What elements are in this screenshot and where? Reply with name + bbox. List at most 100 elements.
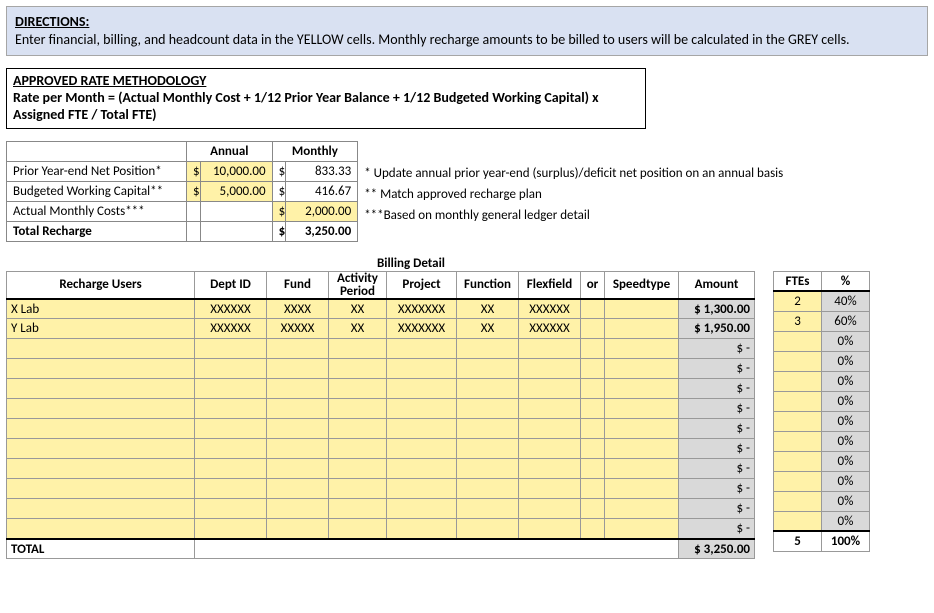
cell-dept[interactable] (195, 419, 267, 439)
cell-function[interactable] (457, 379, 519, 399)
cell-fund[interactable] (267, 459, 329, 479)
cell-fte[interactable] (774, 331, 822, 351)
annual-value[interactable]: 10,000.00 (200, 161, 272, 181)
cell-activity[interactable] (329, 479, 387, 499)
cell-flex[interactable] (519, 379, 581, 399)
cell-activity[interactable] (329, 339, 387, 359)
cell-flex[interactable] (519, 439, 581, 459)
cell-dept[interactable]: XXXXXX (195, 299, 267, 319)
cell-fund[interactable] (267, 339, 329, 359)
cell-flex[interactable] (519, 499, 581, 519)
cell-speed[interactable] (605, 419, 679, 439)
cell-project[interactable] (387, 379, 457, 399)
cell-fte[interactable] (774, 431, 822, 451)
cell-function[interactable]: XX (457, 299, 519, 319)
cell-activity[interactable] (329, 399, 387, 419)
cell-or[interactable] (581, 519, 605, 539)
cell-fte[interactable] (774, 351, 822, 371)
cell-or[interactable] (581, 479, 605, 499)
cell-fte[interactable] (774, 411, 822, 431)
cell-flex[interactable] (519, 339, 581, 359)
cell-flex[interactable]: XXXXXX (519, 319, 581, 339)
cell-fte[interactable] (774, 491, 822, 511)
cell-or[interactable] (581, 499, 605, 519)
cell-function[interactable] (457, 519, 519, 539)
cell-speed[interactable] (605, 519, 679, 539)
cell-dept[interactable] (195, 459, 267, 479)
cell-activity[interactable]: XX (329, 299, 387, 319)
cell-function[interactable] (457, 499, 519, 519)
cell-flex[interactable] (519, 359, 581, 379)
cell-flex[interactable] (519, 479, 581, 499)
cell-fund[interactable] (267, 359, 329, 379)
cell-activity[interactable] (329, 499, 387, 519)
cell-dept[interactable]: XXXXXX (195, 319, 267, 339)
cell-fte[interactable] (774, 471, 822, 491)
cell-fund[interactable] (267, 499, 329, 519)
cell-project[interactable] (387, 459, 457, 479)
cell-speed[interactable] (605, 439, 679, 459)
cell-dept[interactable] (195, 359, 267, 379)
cell-fte[interactable] (774, 451, 822, 471)
cell-flex[interactable] (519, 519, 581, 539)
cell-function[interactable] (457, 399, 519, 419)
cell-dept[interactable] (195, 439, 267, 459)
cell-or[interactable] (581, 439, 605, 459)
cell-speed[interactable] (605, 299, 679, 319)
cell-flex[interactable] (519, 459, 581, 479)
cell-project[interactable] (387, 419, 457, 439)
cell-function[interactable] (457, 439, 519, 459)
cell-user[interactable]: X Lab (7, 299, 195, 319)
cell-activity[interactable] (329, 419, 387, 439)
cell-or[interactable] (581, 379, 605, 399)
cell-or[interactable] (581, 359, 605, 379)
cell-dept[interactable] (195, 479, 267, 499)
cell-activity[interactable]: XX (329, 319, 387, 339)
monthly-value[interactable]: 2,000.00 (286, 201, 358, 221)
cell-fund[interactable] (267, 419, 329, 439)
cell-project[interactable] (387, 359, 457, 379)
cell-or[interactable] (581, 299, 605, 319)
cell-or[interactable] (581, 459, 605, 479)
cell-user[interactable] (7, 519, 195, 539)
cell-fund[interactable] (267, 439, 329, 459)
cell-dept[interactable] (195, 379, 267, 399)
cell-dept[interactable] (195, 339, 267, 359)
cell-project[interactable]: XXXXXXX (387, 319, 457, 339)
cell-user[interactable] (7, 379, 195, 399)
cell-dept[interactable] (195, 499, 267, 519)
cell-function[interactable] (457, 459, 519, 479)
cell-function[interactable] (457, 419, 519, 439)
cell-project[interactable] (387, 439, 457, 459)
cell-dept[interactable] (195, 399, 267, 419)
cell-fund[interactable] (267, 519, 329, 539)
cell-function[interactable]: XX (457, 319, 519, 339)
monthly-cell[interactable]: $ (272, 201, 286, 221)
cell-user[interactable] (7, 479, 195, 499)
cell-user[interactable] (7, 339, 195, 359)
cell-function[interactable] (457, 479, 519, 499)
cell-speed[interactable] (605, 319, 679, 339)
cell-fund[interactable] (267, 379, 329, 399)
cell-project[interactable] (387, 399, 457, 419)
cell-activity[interactable] (329, 519, 387, 539)
cell-fte[interactable] (774, 511, 822, 531)
annual-cell[interactable]: $ (187, 181, 201, 201)
cell-or[interactable] (581, 399, 605, 419)
cell-fund[interactable]: XXXXX (267, 319, 329, 339)
cell-function[interactable] (457, 339, 519, 359)
cell-project[interactable] (387, 519, 457, 539)
cell-speed[interactable] (605, 499, 679, 519)
cell-activity[interactable] (329, 439, 387, 459)
annual-cell[interactable]: $ (187, 161, 201, 181)
cell-fte[interactable]: 2 (774, 291, 822, 311)
cell-or[interactable] (581, 319, 605, 339)
cell-fund[interactable] (267, 399, 329, 419)
cell-fte[interactable]: 3 (774, 311, 822, 331)
cell-project[interactable] (387, 479, 457, 499)
cell-or[interactable] (581, 419, 605, 439)
cell-flex[interactable] (519, 399, 581, 419)
cell-speed[interactable] (605, 359, 679, 379)
cell-flex[interactable]: XXXXXX (519, 299, 581, 319)
cell-fte[interactable] (774, 371, 822, 391)
